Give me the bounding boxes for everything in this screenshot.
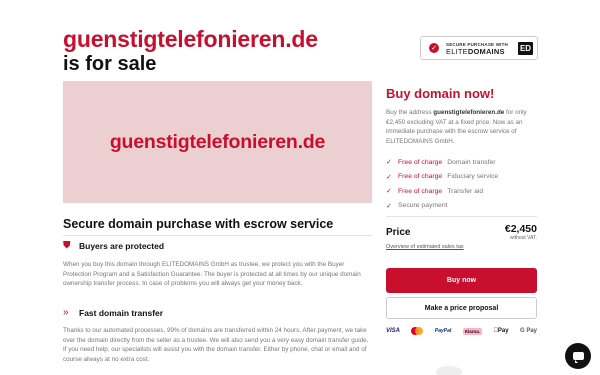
elitedomains-logo-icon: ED (518, 41, 533, 55)
fast-transfer-title: Fast domain transfer (79, 307, 164, 318)
check-icon: ✓ (386, 159, 392, 167)
klarna-icon: Klarna. (462, 327, 482, 335)
divider (63, 235, 372, 236)
google-pay-icon: G Pay (519, 328, 537, 334)
list-item: ✓ Secure payment (386, 202, 448, 210)
seller-avatar (436, 366, 462, 375)
check-icon: ✓ (386, 188, 392, 196)
divider (386, 216, 537, 217)
chat-icon (572, 352, 584, 363)
included-features-list: ✓ Free of charge Domain transfer ✓ Free of … (386, 155, 537, 213)
check-circle-icon: ✓ (429, 43, 439, 53)
apple-pay-icon: Pay (493, 328, 508, 334)
price-proposal-button[interactable]: Make a price proposal (386, 297, 537, 319)
buyers-protected-heading: ⛊ Buyers are protected (63, 240, 164, 251)
secure-purchase-badge[interactable]: ✓ SECURE PURCHASE WITH ELITEDOMAINS ED (420, 36, 538, 60)
sales-tax-overview-link[interactable]: Overview of estimated sales tax (386, 244, 464, 250)
visa-icon: VISA (386, 328, 401, 334)
domain-hero-banner: guenstigtelefonieren.de (63, 81, 372, 203)
for-sale-subtitle: is for sale (63, 53, 157, 75)
buyers-protected-text: When you buy this domain through ELITEDO… (63, 261, 361, 287)
chat-button[interactable] (565, 343, 591, 369)
shield-icon: ⛊ (63, 240, 71, 251)
buy-description: Buy the address guenstigtelefonieren.de … (386, 109, 527, 145)
price-label: Price (386, 227, 411, 238)
badge-text: SECURE PURCHASE WITH ELITEDOMAINS (446, 41, 508, 55)
list-item: ✓ Free of charge Domain transfer (386, 158, 496, 167)
fast-transfer-heading: » Fast domain transfer (63, 307, 163, 318)
domain-title: guenstigtelefonieren.de (63, 26, 318, 52)
buy-now-heading: Buy domain now! (386, 86, 495, 101)
secure-purchase-heading: Secure domain purchase with escrow servi… (63, 217, 334, 231)
check-icon: ✓ (386, 202, 392, 210)
badge-brand: ELITEDOMAINS (446, 47, 505, 56)
hero-domain-text: guenstigtelefonieren.de (109, 130, 326, 153)
fast-forward-icon: » (63, 307, 69, 318)
list-item: ✓ Free of charge Transfer aid (386, 187, 484, 196)
mastercard-icon (411, 327, 424, 335)
header: guenstigtelefonieren.de is for sale (63, 26, 318, 76)
paypal-icon: PayPal (434, 328, 452, 334)
fast-transfer-text: Thanks to our automated processes, 99% o… (63, 327, 369, 363)
price-amount: €2,450 (504, 223, 537, 235)
buy-now-button[interactable]: Buy now (386, 268, 537, 293)
buyers-protected-title: Buyers are protected (79, 240, 165, 251)
vat-note: without VAT. (509, 235, 537, 241)
check-icon: ✓ (386, 173, 392, 181)
payment-methods: VISA PayPal Klarna. Pay G Pay (386, 327, 537, 335)
buy-sidebar: Buy domain now! Buy the address guenstig… (386, 86, 537, 213)
list-item: ✓ Free of charge Fiduciary service (386, 173, 499, 181)
